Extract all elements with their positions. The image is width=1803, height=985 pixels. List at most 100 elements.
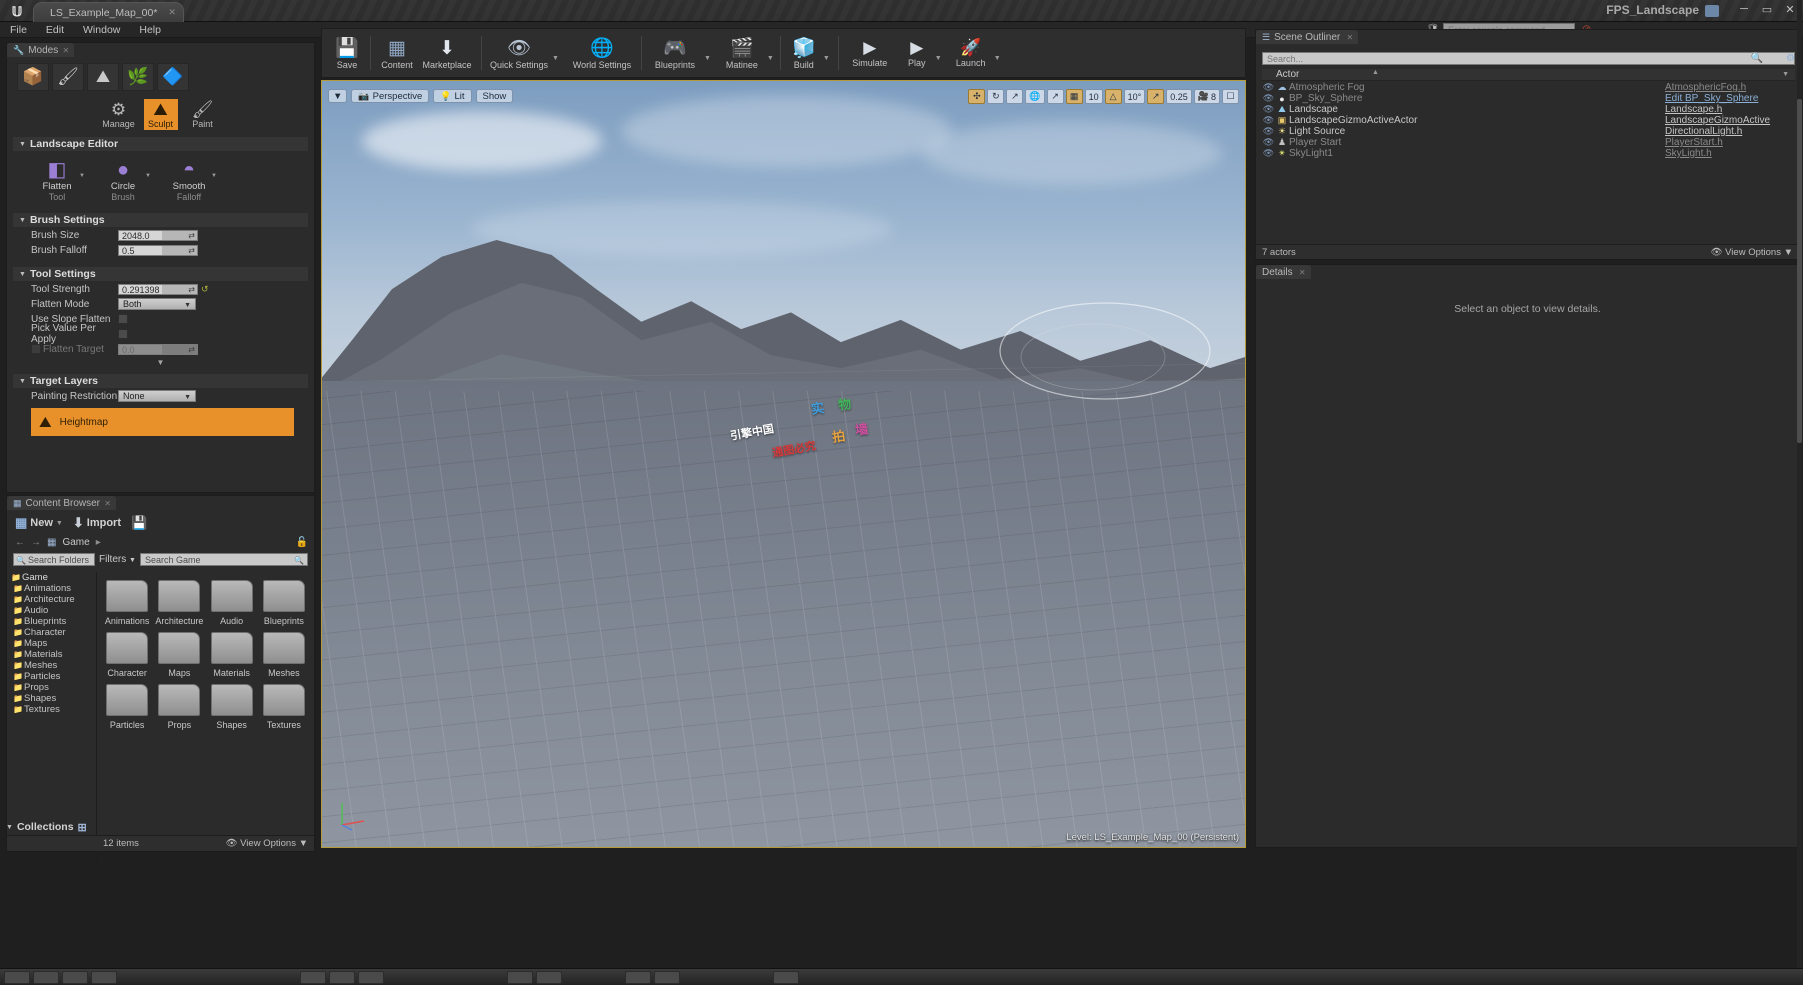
- column-options-icon[interactable]: ▼: [1782, 71, 1789, 78]
- actor-source[interactable]: DirectionalLight.h: [1665, 126, 1795, 137]
- save-all-button[interactable]: 💾: [131, 515, 147, 531]
- visibility-eye-icon[interactable]: 👁: [1262, 82, 1275, 93]
- menu-edit[interactable]: Edit: [46, 24, 64, 36]
- tree-item-maps[interactable]: 📁 Maps: [10, 639, 93, 649]
- taskbar-item[interactable]: [4, 971, 30, 984]
- outliner-row[interactable]: 👁 ▣ LandscapeGizmoActiveActor LandscapeG…: [1262, 115, 1795, 126]
- mode-button-geometry[interactable]: 🔷: [157, 63, 189, 91]
- search-icon[interactable]: 🔍: [1751, 53, 1763, 64]
- forward-icon[interactable]: →: [31, 537, 41, 548]
- rotate-mode-icon[interactable]: ↻: [987, 89, 1004, 104]
- asset-item[interactable]: Audio: [208, 580, 256, 626]
- pick-value-per-apply-checkbox[interactable]: [118, 329, 128, 339]
- outliner-search-input[interactable]: [1262, 52, 1795, 65]
- grid-snap-toggle[interactable]: ▦: [1066, 89, 1083, 104]
- brush-falloff-input[interactable]: 0.5 ⇄: [118, 245, 198, 256]
- lock-icon[interactable]: 🔓: [296, 537, 308, 548]
- taskbar-item[interactable]: [507, 971, 533, 984]
- tree-item-particles[interactable]: 📁 Particles: [10, 672, 93, 682]
- close-icon[interactable]: ✕: [1347, 33, 1354, 42]
- chevron-down-icon[interactable]: ▼: [994, 55, 1001, 62]
- tab-details[interactable]: Details ✕: [1256, 265, 1311, 279]
- actor-source[interactable]: AtmosphericFog.h: [1665, 82, 1795, 93]
- flatten-mode-select[interactable]: Both ▼: [118, 298, 196, 310]
- scale-snap-value[interactable]: 0.25: [1166, 89, 1192, 104]
- sort-ascending-icon[interactable]: ▲: [1372, 69, 1379, 76]
- asset-item[interactable]: Textures: [260, 684, 308, 730]
- camera-speed-control[interactable]: 🎥 8: [1194, 89, 1220, 104]
- asset-item[interactable]: Shapes: [208, 684, 256, 730]
- tool-strength-input[interactable]: 0.291398 ⇄: [118, 284, 198, 295]
- toolbar-save[interactable]: 💾 Save: [330, 36, 364, 70]
- toolbar-matinee[interactable]: 🎬 Matinee: [719, 36, 765, 70]
- maximize-button[interactable]: ▭: [1760, 3, 1774, 16]
- actor-source[interactable]: PlayerStart.h: [1665, 137, 1795, 148]
- expand-more-icon[interactable]: ▼: [7, 358, 314, 367]
- tree-item-game[interactable]: 📁 Game: [10, 573, 93, 583]
- asset-item[interactable]: Architecture: [155, 580, 203, 626]
- flatten-target-input[interactable]: 0.0 ⇄: [118, 344, 198, 355]
- brush-size-input[interactable]: 2048.0 ⇄: [118, 230, 198, 241]
- chevron-down-icon[interactable]: ▼: [823, 55, 830, 62]
- viewport-show-button[interactable]: Show: [476, 89, 514, 103]
- taskbar-item[interactable]: [536, 971, 562, 984]
- level-tab[interactable]: LS_Example_Map_00* ✕: [33, 2, 184, 22]
- tree-item-character[interactable]: 📁 Character: [10, 628, 93, 638]
- visibility-eye-icon[interactable]: 👁: [1262, 137, 1275, 148]
- taskbar-item[interactable]: [773, 971, 799, 984]
- taskbar-item[interactable]: [62, 971, 88, 984]
- toolbar-quick-settings[interactable]: 👁 Quick Settings: [488, 36, 550, 70]
- chevron-down-icon[interactable]: ▼: [935, 55, 942, 62]
- actor-source[interactable]: SkyLight.h: [1665, 148, 1795, 159]
- asset-item[interactable]: Materials: [208, 632, 256, 678]
- chevron-down-icon[interactable]: ▼: [211, 173, 217, 179]
- close-icon[interactable]: ✕: [63, 46, 70, 55]
- spinner-icon[interactable]: ⇄: [188, 246, 195, 256]
- outliner-row[interactable]: 👁 ● BP_Sky_Sphere Edit BP_Sky_Sphere: [1262, 93, 1795, 104]
- asset-item[interactable]: Character: [103, 632, 151, 678]
- section-landscape-editor[interactable]: ▼ Landscape Editor: [13, 137, 308, 151]
- outliner-row[interactable]: 👁 ☁ Atmospheric Fog AtmosphericFog.h: [1262, 82, 1795, 93]
- tree-item-audio[interactable]: 📁 Audio: [10, 606, 93, 616]
- section-tool-settings[interactable]: ▼ Tool Settings: [13, 267, 308, 281]
- tool-smooth-falloff[interactable]: ◓ Smooth Falloff ▼: [165, 159, 213, 202]
- tree-item-props[interactable]: 📁 Props: [10, 683, 93, 693]
- new-asset-button[interactable]: ▦ New ▼: [15, 515, 63, 531]
- level-viewport[interactable]: ▼ 📷 Perspective 💡 Lit Show ✣ ↻ ↗ 🌐 ↗ ▦ 1…: [321, 80, 1246, 848]
- section-brush-settings[interactable]: ▼ Brush Settings: [13, 213, 308, 227]
- section-target-layers[interactable]: ▼ Target Layers: [13, 374, 308, 388]
- surface-snap-icon[interactable]: ↗: [1047, 89, 1064, 104]
- spinner-icon[interactable]: ⇄: [188, 231, 195, 241]
- tree-item-textures[interactable]: 📁 Textures: [10, 705, 93, 715]
- spinner-icon[interactable]: ⇄: [188, 345, 195, 355]
- tab-paint[interactable]: 🖌 Paint: [186, 99, 220, 130]
- taskbar-item[interactable]: [358, 971, 384, 984]
- asset-search-input[interactable]: Search Game 🔍: [140, 553, 308, 566]
- outliner-row[interactable]: 👁 ♟ Player Start PlayerStart.h: [1262, 137, 1795, 148]
- asset-item[interactable]: Particles: [103, 684, 151, 730]
- flatten-target-checkbox[interactable]: [31, 344, 41, 354]
- asset-item[interactable]: Props: [155, 684, 203, 730]
- tab-manage[interactable]: ⚙ Manage: [102, 99, 136, 130]
- close-button[interactable]: ✕: [1783, 3, 1797, 16]
- taskbar-item[interactable]: [91, 971, 117, 984]
- close-icon[interactable]: ✕: [104, 499, 111, 508]
- toolbar-world-settings[interactable]: 🌐 World Settings: [569, 36, 635, 70]
- revert-icon[interactable]: ↺: [201, 284, 209, 295]
- select-mode-icon[interactable]: ✣: [968, 89, 985, 104]
- asset-item[interactable]: Animations: [103, 580, 151, 626]
- close-icon[interactable]: ✕: [168, 8, 176, 16]
- chevron-down-icon[interactable]: ▼: [704, 55, 711, 62]
- search-icon[interactable]: 🔍: [294, 555, 304, 567]
- tree-item-animations[interactable]: 📁 Animations: [10, 584, 93, 594]
- back-icon[interactable]: ←: [15, 537, 25, 548]
- maximize-viewport-icon[interactable]: ☐: [1222, 89, 1239, 104]
- world-space-icon[interactable]: 🌐: [1025, 89, 1044, 104]
- toolbar-simulate[interactable]: ▶ Simulate: [847, 38, 893, 68]
- taskbar-item[interactable]: [329, 971, 355, 984]
- mode-button-landscape[interactable]: ⛰: [87, 63, 119, 91]
- actor-source[interactable]: Landscape.h: [1665, 104, 1795, 115]
- minimize-button[interactable]: ─: [1737, 3, 1751, 16]
- toolbar-launch[interactable]: 🚀 Launch: [950, 38, 992, 68]
- taskbar-item[interactable]: [654, 971, 680, 984]
